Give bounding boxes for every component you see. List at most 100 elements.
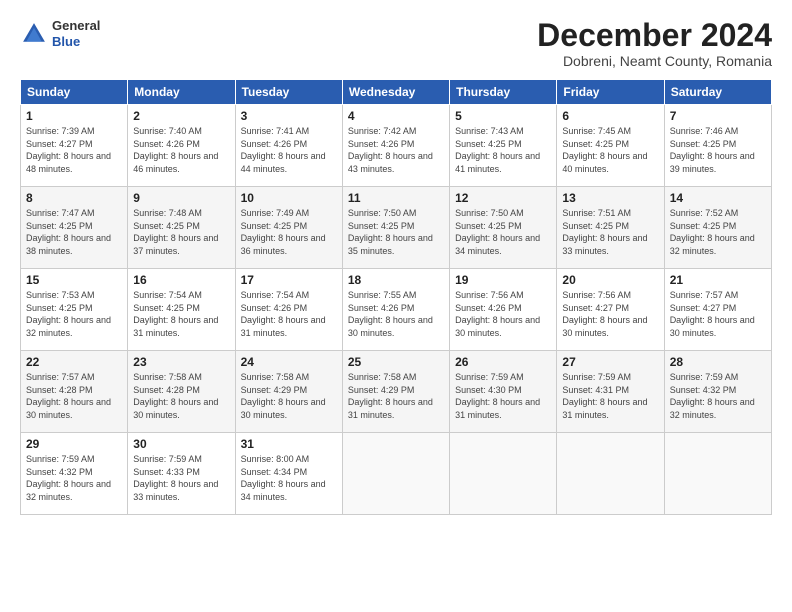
header-monday: Monday: [128, 80, 235, 105]
day-info: Sunrise: 7:55 AMSunset: 4:26 PMDaylight:…: [348, 290, 433, 338]
logo: General Blue: [20, 18, 100, 49]
day-info: Sunrise: 7:59 AMSunset: 4:31 PMDaylight:…: [562, 372, 647, 420]
table-row: 18 Sunrise: 7:55 AMSunset: 4:26 PMDaylig…: [342, 269, 449, 351]
day-number: 14: [670, 191, 766, 205]
location-subtitle: Dobreni, Neamt County, Romania: [537, 53, 772, 69]
day-info: Sunrise: 7:59 AMSunset: 4:32 PMDaylight:…: [670, 372, 755, 420]
logo-icon: [20, 20, 48, 48]
day-info: Sunrise: 7:39 AMSunset: 4:27 PMDaylight:…: [26, 126, 111, 174]
day-info: Sunrise: 7:54 AMSunset: 4:25 PMDaylight:…: [133, 290, 218, 338]
table-row: 25 Sunrise: 7:58 AMSunset: 4:29 PMDaylig…: [342, 351, 449, 433]
table-row: 9 Sunrise: 7:48 AMSunset: 4:25 PMDayligh…: [128, 187, 235, 269]
day-number: 7: [670, 109, 766, 123]
day-number: 6: [562, 109, 658, 123]
calendar-page: General Blue December 2024 Dobreni, Neam…: [0, 0, 792, 612]
day-number: 15: [26, 273, 122, 287]
table-row: 15 Sunrise: 7:53 AMSunset: 4:25 PMDaylig…: [21, 269, 128, 351]
table-row: 7 Sunrise: 7:46 AMSunset: 4:25 PMDayligh…: [664, 105, 771, 187]
table-row: 10 Sunrise: 7:49 AMSunset: 4:25 PMDaylig…: [235, 187, 342, 269]
header-tuesday: Tuesday: [235, 80, 342, 105]
day-info: Sunrise: 7:49 AMSunset: 4:25 PMDaylight:…: [241, 208, 326, 256]
day-info: Sunrise: 7:59 AMSunset: 4:33 PMDaylight:…: [133, 454, 218, 502]
day-number: 27: [562, 355, 658, 369]
table-row: [664, 433, 771, 515]
table-row: 6 Sunrise: 7:45 AMSunset: 4:25 PMDayligh…: [557, 105, 664, 187]
table-row: 14 Sunrise: 7:52 AMSunset: 4:25 PMDaylig…: [664, 187, 771, 269]
table-row: 17 Sunrise: 7:54 AMSunset: 4:26 PMDaylig…: [235, 269, 342, 351]
day-info: Sunrise: 7:59 AMSunset: 4:32 PMDaylight:…: [26, 454, 111, 502]
day-info: Sunrise: 8:00 AMSunset: 4:34 PMDaylight:…: [241, 454, 326, 502]
table-row: [557, 433, 664, 515]
day-info: Sunrise: 7:57 AMSunset: 4:28 PMDaylight:…: [26, 372, 111, 420]
day-info: Sunrise: 7:59 AMSunset: 4:30 PMDaylight:…: [455, 372, 540, 420]
day-number: 31: [241, 437, 337, 451]
table-row: 30 Sunrise: 7:59 AMSunset: 4:33 PMDaylig…: [128, 433, 235, 515]
month-title: December 2024: [537, 18, 772, 53]
day-number: 1: [26, 109, 122, 123]
table-row: 27 Sunrise: 7:59 AMSunset: 4:31 PMDaylig…: [557, 351, 664, 433]
header-wednesday: Wednesday: [342, 80, 449, 105]
table-row: [342, 433, 449, 515]
header-friday: Friday: [557, 80, 664, 105]
table-row: 29 Sunrise: 7:59 AMSunset: 4:32 PMDaylig…: [21, 433, 128, 515]
table-row: 20 Sunrise: 7:56 AMSunset: 4:27 PMDaylig…: [557, 269, 664, 351]
day-info: Sunrise: 7:47 AMSunset: 4:25 PMDaylight:…: [26, 208, 111, 256]
table-row: 8 Sunrise: 7:47 AMSunset: 4:25 PMDayligh…: [21, 187, 128, 269]
title-block: December 2024 Dobreni, Neamt County, Rom…: [537, 18, 772, 69]
day-info: Sunrise: 7:50 AMSunset: 4:25 PMDaylight:…: [348, 208, 433, 256]
day-number: 26: [455, 355, 551, 369]
day-info: Sunrise: 7:41 AMSunset: 4:26 PMDaylight:…: [241, 126, 326, 174]
day-number: 13: [562, 191, 658, 205]
day-number: 5: [455, 109, 551, 123]
table-row: 26 Sunrise: 7:59 AMSunset: 4:30 PMDaylig…: [450, 351, 557, 433]
table-row: 2 Sunrise: 7:40 AMSunset: 4:26 PMDayligh…: [128, 105, 235, 187]
table-row: 22 Sunrise: 7:57 AMSunset: 4:28 PMDaylig…: [21, 351, 128, 433]
day-info: Sunrise: 7:51 AMSunset: 4:25 PMDaylight:…: [562, 208, 647, 256]
table-row: 16 Sunrise: 7:54 AMSunset: 4:25 PMDaylig…: [128, 269, 235, 351]
page-header: General Blue December 2024 Dobreni, Neam…: [20, 18, 772, 69]
day-number: 16: [133, 273, 229, 287]
header-row: Sunday Monday Tuesday Wednesday Thursday…: [21, 80, 772, 105]
table-row: 23 Sunrise: 7:58 AMSunset: 4:28 PMDaylig…: [128, 351, 235, 433]
day-number: 21: [670, 273, 766, 287]
calendar-table: Sunday Monday Tuesday Wednesday Thursday…: [20, 79, 772, 515]
day-number: 2: [133, 109, 229, 123]
day-number: 24: [241, 355, 337, 369]
day-number: 30: [133, 437, 229, 451]
table-row: 31 Sunrise: 8:00 AMSunset: 4:34 PMDaylig…: [235, 433, 342, 515]
table-row: 13 Sunrise: 7:51 AMSunset: 4:25 PMDaylig…: [557, 187, 664, 269]
header-thursday: Thursday: [450, 80, 557, 105]
day-number: 19: [455, 273, 551, 287]
day-info: Sunrise: 7:46 AMSunset: 4:25 PMDaylight:…: [670, 126, 755, 174]
day-number: 12: [455, 191, 551, 205]
table-row: 5 Sunrise: 7:43 AMSunset: 4:25 PMDayligh…: [450, 105, 557, 187]
table-row: [450, 433, 557, 515]
day-number: 4: [348, 109, 444, 123]
table-row: 3 Sunrise: 7:41 AMSunset: 4:26 PMDayligh…: [235, 105, 342, 187]
day-number: 23: [133, 355, 229, 369]
day-info: Sunrise: 7:40 AMSunset: 4:26 PMDaylight:…: [133, 126, 218, 174]
day-number: 11: [348, 191, 444, 205]
logo-blue: Blue: [52, 34, 80, 49]
day-info: Sunrise: 7:58 AMSunset: 4:28 PMDaylight:…: [133, 372, 218, 420]
day-info: Sunrise: 7:42 AMSunset: 4:26 PMDaylight:…: [348, 126, 433, 174]
day-info: Sunrise: 7:48 AMSunset: 4:25 PMDaylight:…: [133, 208, 218, 256]
day-info: Sunrise: 7:45 AMSunset: 4:25 PMDaylight:…: [562, 126, 647, 174]
day-number: 28: [670, 355, 766, 369]
logo-general: General: [52, 18, 100, 33]
day-number: 25: [348, 355, 444, 369]
table-row: 4 Sunrise: 7:42 AMSunset: 4:26 PMDayligh…: [342, 105, 449, 187]
day-info: Sunrise: 7:57 AMSunset: 4:27 PMDaylight:…: [670, 290, 755, 338]
day-number: 17: [241, 273, 337, 287]
day-info: Sunrise: 7:54 AMSunset: 4:26 PMDaylight:…: [241, 290, 326, 338]
day-number: 9: [133, 191, 229, 205]
day-number: 3: [241, 109, 337, 123]
day-info: Sunrise: 7:58 AMSunset: 4:29 PMDaylight:…: [241, 372, 326, 420]
day-info: Sunrise: 7:50 AMSunset: 4:25 PMDaylight:…: [455, 208, 540, 256]
logo-text: General Blue: [52, 18, 100, 49]
day-info: Sunrise: 7:56 AMSunset: 4:27 PMDaylight:…: [562, 290, 647, 338]
day-info: Sunrise: 7:53 AMSunset: 4:25 PMDaylight:…: [26, 290, 111, 338]
day-info: Sunrise: 7:56 AMSunset: 4:26 PMDaylight:…: [455, 290, 540, 338]
header-sunday: Sunday: [21, 80, 128, 105]
day-number: 20: [562, 273, 658, 287]
